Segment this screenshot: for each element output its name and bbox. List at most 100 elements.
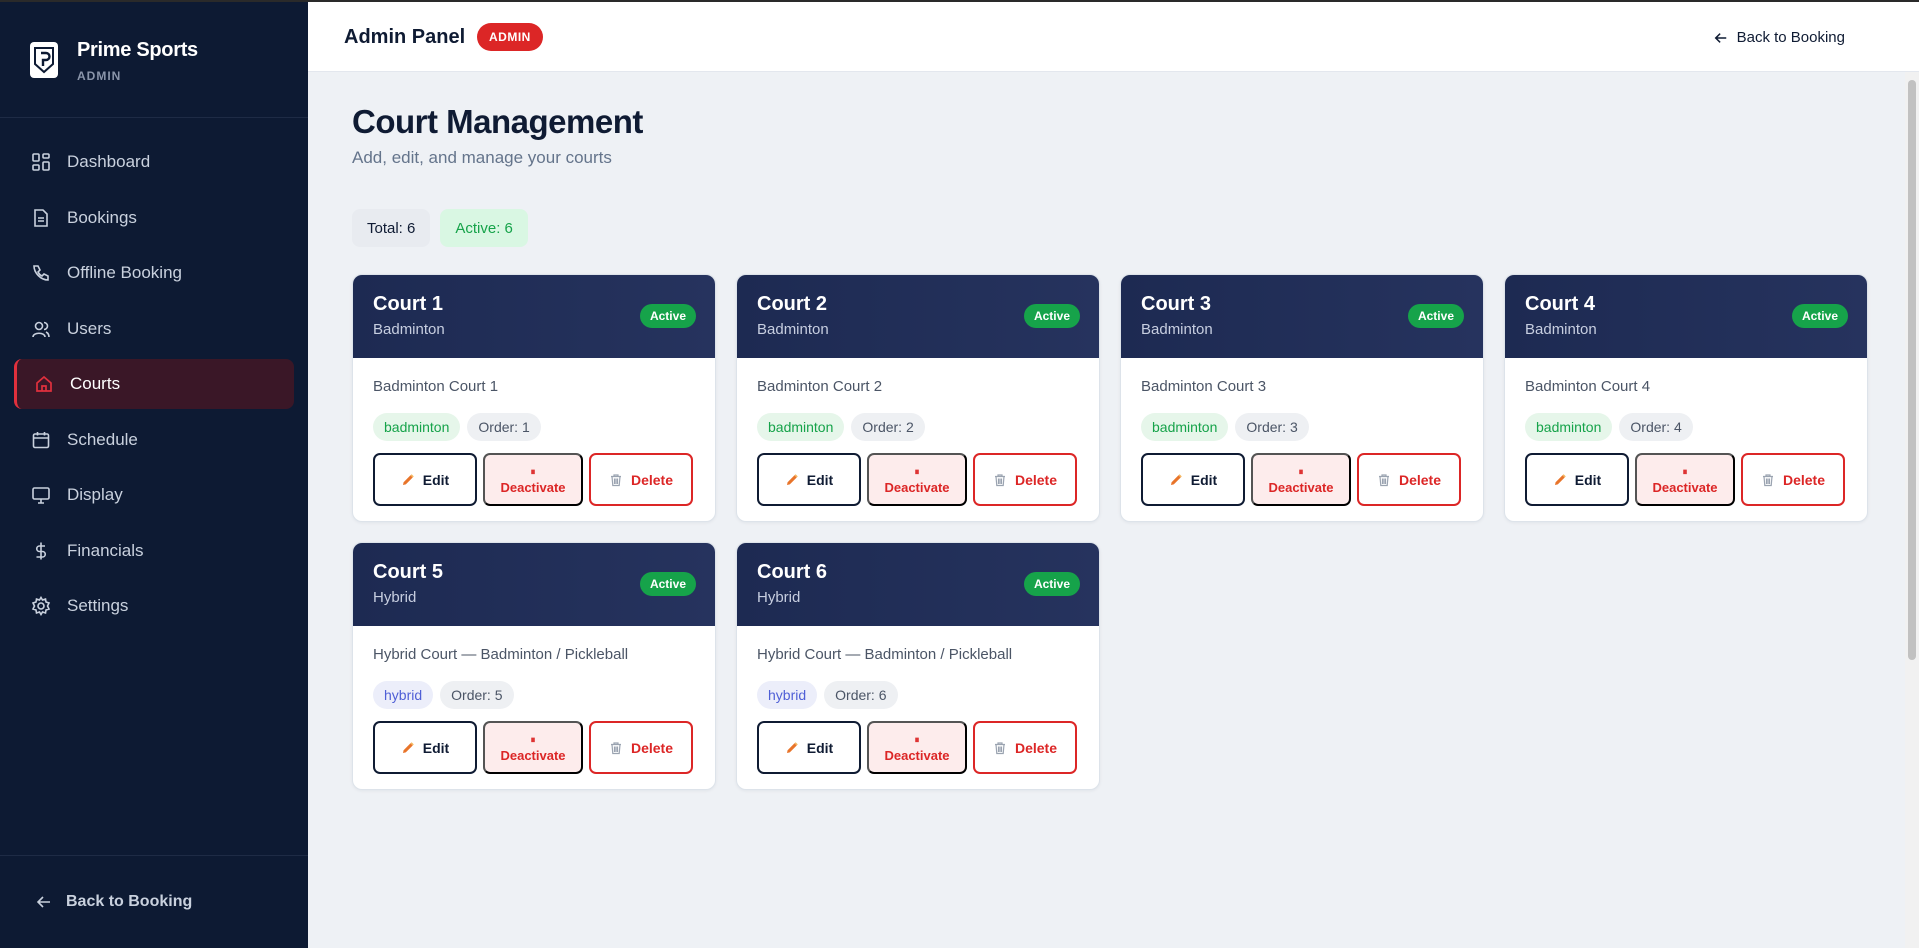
sidebar-nav: Dashboard Bookings Offline Booking Users… (14, 137, 294, 637)
sidebar-item-financials[interactable]: Financials (14, 526, 294, 576)
delete-button[interactable]: Delete (1741, 453, 1845, 506)
brand-area: Prime Sports ADMIN (0, 2, 308, 118)
calendar-icon (30, 429, 52, 451)
sport-tag: badminton (1525, 413, 1613, 441)
court-type: Badminton (757, 321, 829, 338)
pause-icon: ⏸ (1682, 466, 1688, 478)
deactivate-button[interactable]: ⏸ Deactivate (1251, 453, 1351, 506)
deactivate-label: Deactivate (1268, 479, 1334, 495)
deactivate-button[interactable]: ⏸ Deactivate (483, 453, 583, 506)
status-badge: Active (1023, 572, 1080, 596)
deactivate-button[interactable]: ⏸ Deactivate (867, 453, 967, 506)
sidebar-item-offline-booking[interactable]: Offline Booking (14, 248, 294, 298)
deactivate-label: Deactivate (1652, 479, 1718, 495)
sidebar-item-schedule[interactable]: Schedule (14, 415, 294, 465)
court-name: Court 1 (373, 293, 443, 315)
gear-icon (30, 595, 52, 617)
arrow-left-icon (1714, 31, 1728, 45)
main-content: Court Management Add, edit, and manage y… (308, 73, 1905, 948)
sport-tag: badminton (1141, 413, 1229, 441)
edit-button[interactable]: Edit (1525, 453, 1629, 506)
delete-button[interactable]: Delete (589, 721, 693, 774)
order-tag: Order: 6 (824, 681, 898, 709)
court-description: Badminton Court 3 (1141, 378, 1267, 395)
page-scrollbar[interactable] (1905, 72, 1919, 948)
sidebar-item-display[interactable]: Display (14, 470, 294, 520)
court-description: Badminton Court 1 (373, 378, 499, 395)
delete-button[interactable]: Delete (589, 453, 693, 506)
order-tag: Order: 4 (1619, 413, 1693, 441)
court-name: Court 5 (373, 561, 443, 583)
total-count-badge: Total: 6 (352, 209, 431, 247)
pause-icon: ⏸ (530, 466, 536, 478)
deactivate-button[interactable]: ⏸ Deactivate (483, 721, 583, 774)
court-type: Hybrid (373, 589, 417, 606)
order-tag: Order: 3 (1235, 413, 1309, 441)
court-name: Court 4 (1525, 293, 1595, 315)
sidebar-item-settings[interactable]: Settings (14, 581, 294, 631)
delete-button[interactable]: Delete (973, 721, 1077, 774)
court-description: Hybrid Court — Badminton / Pickleball (373, 646, 629, 663)
deactivate-label: Deactivate (884, 747, 950, 763)
court-card-header: Court 2 Badminton Active (737, 275, 1099, 358)
sport-tag: hybrid (757, 681, 818, 709)
sidebar-item-courts[interactable]: Courts (14, 359, 294, 409)
deactivate-button[interactable]: ⏸ Deactivate (1635, 453, 1735, 506)
edit-button[interactable]: Edit (373, 721, 477, 774)
grid-icon (30, 151, 52, 173)
delete-label: Delete (630, 739, 674, 756)
edit-label: Edit (422, 739, 450, 756)
delete-label: Delete (1014, 471, 1058, 488)
court-tags: badminton Order: 1 (373, 413, 548, 441)
court-card-header: Court 1 Badminton Active (353, 275, 715, 358)
scrollbar-thumb[interactable] (1908, 80, 1916, 660)
back-to-booking-label: Back to Booking (1736, 29, 1845, 46)
delete-label: Delete (1014, 739, 1058, 756)
sidebar-item-users[interactable]: Users (14, 304, 294, 354)
pause-icon: ⏸ (914, 734, 920, 746)
status-badge: Active (1407, 304, 1464, 328)
sidebar-item-bookings[interactable]: Bookings (14, 193, 294, 243)
court-type: Hybrid (757, 589, 801, 606)
delete-button[interactable]: Delete (1357, 453, 1461, 506)
sidebar: Prime Sports ADMIN Dashboard Bookings Of… (0, 0, 308, 948)
top-bar: Admin Panel ADMIN Back to Booking (308, 0, 1919, 72)
users-icon (30, 318, 52, 340)
monitor-icon (30, 484, 52, 506)
phone-icon (30, 262, 52, 284)
court-type: Badminton (373, 321, 445, 338)
status-badge: Active (1023, 304, 1080, 328)
court-card-4: Court 4 Badminton Active Badminton Court… (1504, 274, 1868, 522)
edit-button[interactable]: Edit (373, 453, 477, 506)
delete-button[interactable]: Delete (973, 453, 1077, 506)
brand-name: Prime Sports (77, 39, 198, 61)
edit-button[interactable]: Edit (757, 721, 861, 774)
trash-icon (1377, 473, 1391, 487)
court-tags: hybrid Order: 5 (373, 681, 521, 709)
pencil-icon (785, 473, 799, 487)
court-stats: Total: 6 Active: 6 (352, 209, 538, 247)
edit-button[interactable]: Edit (1141, 453, 1245, 506)
trash-icon (993, 741, 1007, 755)
court-name: Court 2 (757, 293, 827, 315)
panel-title: Admin Panel (344, 26, 466, 48)
admin-badge: ADMIN (477, 23, 543, 51)
edit-button[interactable]: Edit (757, 453, 861, 506)
deactivate-button[interactable]: ⏸ Deactivate (867, 721, 967, 774)
court-type: Badminton (1525, 321, 1597, 338)
trash-icon (609, 473, 623, 487)
court-description: Badminton Court 4 (1525, 378, 1651, 395)
court-card-6: Court 6 Hybrid Active Hybrid Court — Bad… (736, 542, 1100, 790)
pencil-icon (785, 741, 799, 755)
sidebar-item-dashboard[interactable]: Dashboard (14, 137, 294, 187)
pause-icon: ⏸ (914, 466, 920, 478)
page-subtitle: Add, edit, and manage your courts (352, 148, 612, 167)
sidebar-back-to-booking-link[interactable]: Back to Booking (36, 893, 192, 911)
sidebar-item-label: Users (67, 318, 112, 338)
status-badge: Active (1791, 304, 1848, 328)
header-back-to-booking-link[interactable]: Back to Booking (1714, 29, 1845, 46)
court-card-3: Court 3 Badminton Active Badminton Court… (1120, 274, 1484, 522)
sport-tag: hybrid (373, 681, 434, 709)
sidebar-item-label: Financials (67, 540, 144, 560)
delete-label: Delete (1398, 471, 1442, 488)
